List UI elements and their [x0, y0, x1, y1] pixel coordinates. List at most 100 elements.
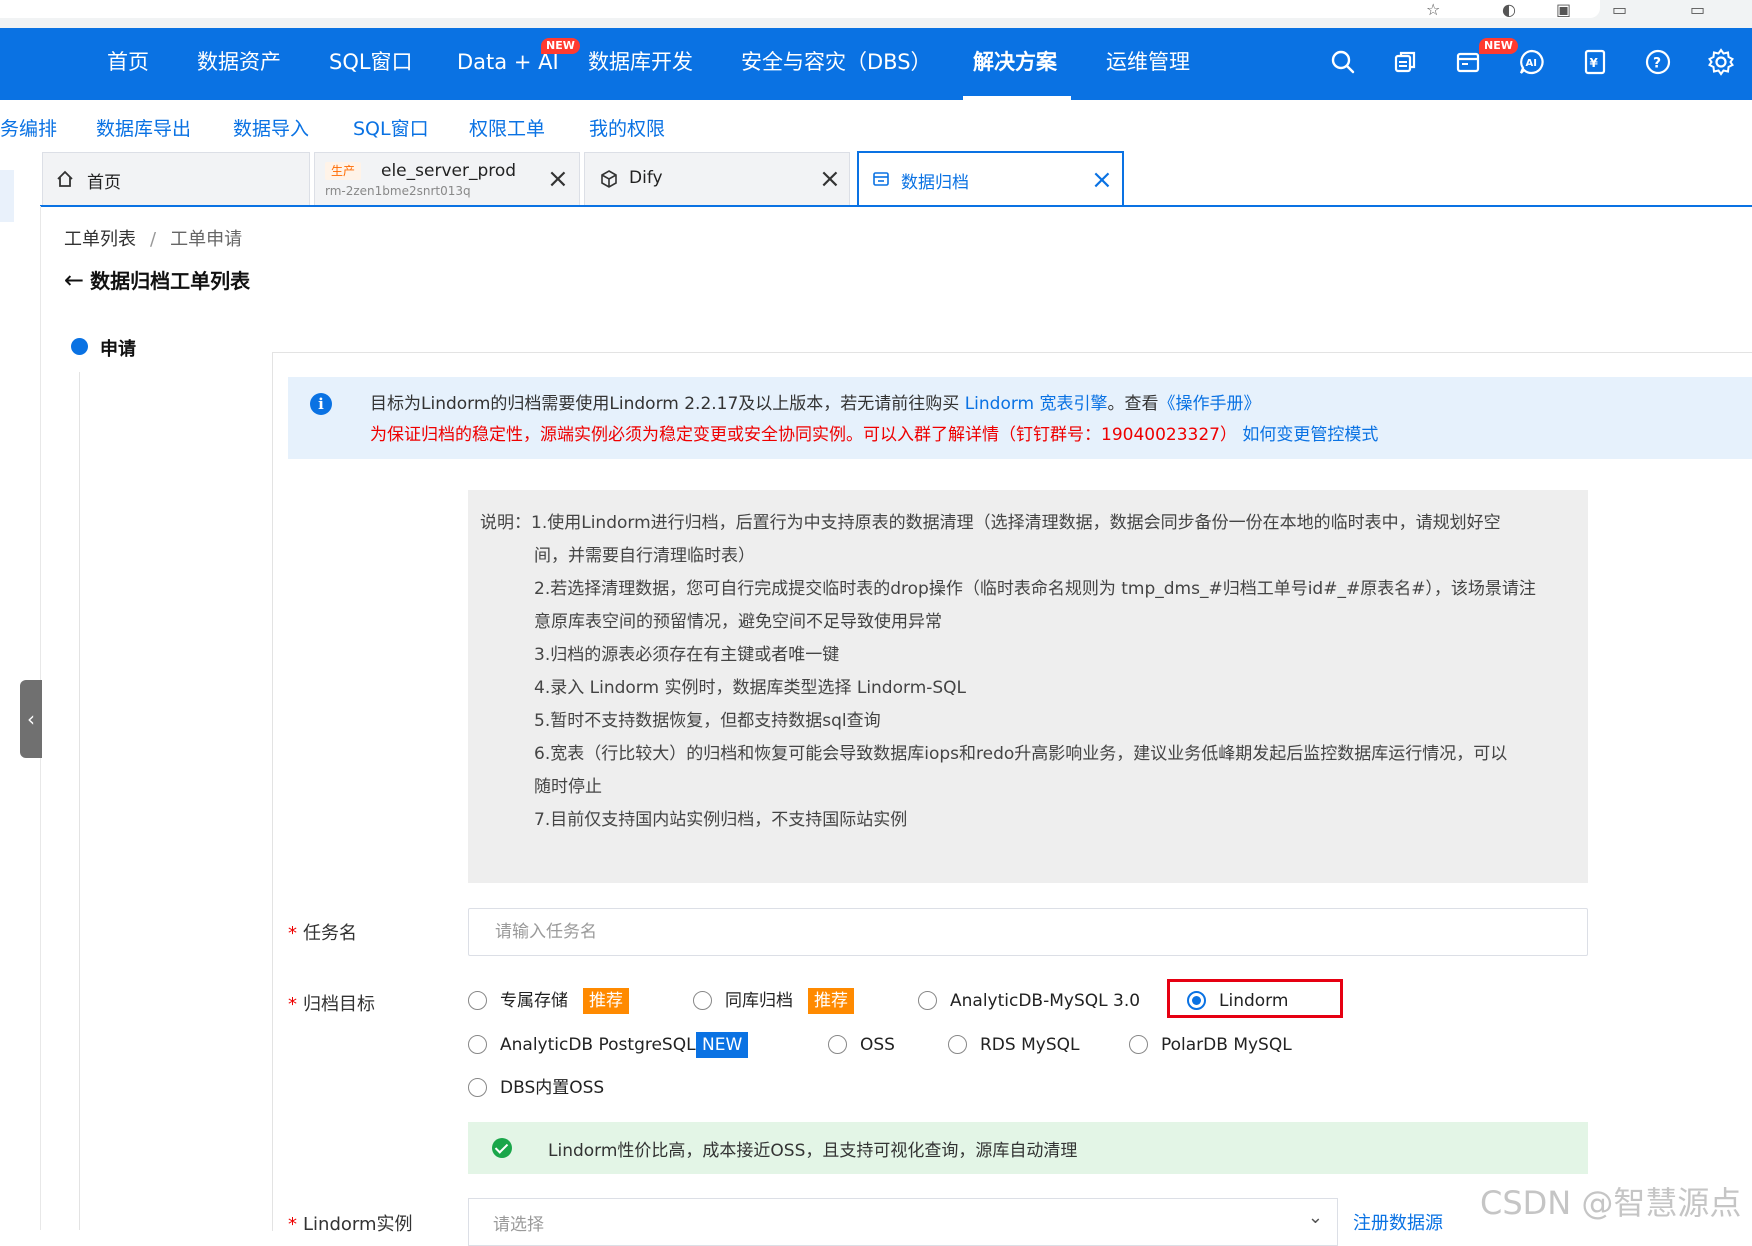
warning-text: 为保证归档的稳定性，源端实例必须为稳定变更或安全协同实例。可以入群了解详情（钉钉…	[370, 425, 1237, 445]
close-icon[interactable]: ×	[819, 166, 841, 192]
radio-label: RDS MySQL	[980, 1035, 1080, 1055]
close-icon[interactable]: ×	[547, 166, 569, 192]
note-line: 随时停止	[534, 777, 602, 797]
radio-circle[interactable]	[1129, 1035, 1148, 1054]
breadcrumb-parent[interactable]: 工单列表	[64, 229, 136, 250]
subnav-item-db-export[interactable]: 数据库导出	[96, 114, 191, 141]
new-tag: NEW	[696, 1032, 749, 1058]
radio-circle[interactable]	[828, 1035, 847, 1054]
step-label: 申请	[100, 339, 136, 360]
radio-label: 专属存储	[500, 991, 568, 1011]
info-text: 。查看	[1107, 394, 1159, 414]
required-mark: *	[288, 1214, 297, 1235]
star-icon[interactable]: ☆	[1426, 0, 1440, 19]
help-icon[interactable]: ?	[1643, 47, 1673, 77]
billing-icon[interactable]: ¥	[1580, 47, 1610, 77]
svg-text:?: ?	[1653, 56, 1661, 72]
nav-item-solutions[interactable]: 解决方案	[973, 28, 1057, 100]
chevron-left-icon: ‹	[27, 707, 35, 731]
order-icon[interactable]	[1453, 47, 1483, 77]
chevron-down-icon: ⌄	[1307, 1207, 1323, 1228]
nav-item-home[interactable]: 首页	[107, 28, 149, 100]
breadcrumb-separator: /	[150, 229, 157, 250]
lindorm-instance-select[interactable]: 请选择 ⌄	[468, 1198, 1338, 1246]
tab-home[interactable]: 首页	[42, 152, 310, 205]
radio-label: 同库归档	[725, 991, 793, 1011]
step-line	[79, 372, 80, 1230]
info-alert: i 目标为Lindorm的归档需要使用Lindorm 2.2.17及以上版本，若…	[288, 377, 1752, 459]
subnav-item-data-import[interactable]: 数据导入	[233, 114, 309, 141]
task-name-label: * 任务名	[288, 919, 357, 945]
required-mark: *	[288, 923, 297, 944]
step-indicator-dot	[71, 338, 88, 355]
profile-icon[interactable]: ▣	[1556, 0, 1571, 19]
check-circle-icon	[492, 1138, 512, 1158]
register-datasource-link[interactable]: 注册数据源	[1353, 1209, 1443, 1235]
radio-label: PolarDB MySQL	[1161, 1035, 1292, 1055]
manual-link[interactable]: 《操作手册》	[1159, 394, 1261, 414]
address-bar[interactable]	[0, 0, 1600, 18]
tab-label: Dify	[629, 168, 663, 188]
radio-circle[interactable]	[693, 991, 712, 1010]
required-mark: *	[288, 994, 297, 1015]
nav-item-security-dbs[interactable]: 安全与容灾（DBS）	[741, 28, 932, 100]
collapse-sidebar-button[interactable]: ‹	[20, 680, 42, 758]
new-badge-toolbar: NEW	[1479, 38, 1518, 54]
watermark: CSDN @智慧源点	[1480, 1184, 1742, 1222]
svg-text:¥: ¥	[1590, 56, 1599, 70]
note-line: 说明：1.使用Lindorm进行归档，后置行为中支持原表的数据清理（选择清理数据…	[480, 513, 1501, 533]
nav-item-db-dev[interactable]: 数据库开发	[588, 28, 693, 100]
breadcrumb: 工单列表 / 工单申请	[64, 225, 242, 251]
label-text: Lindorm实例	[303, 1214, 413, 1235]
note-line: 间，并需要自行清理临时表）	[534, 546, 755, 566]
archive-target-label: * 归档目标	[288, 990, 375, 1016]
note-line: 4.录入 Lindorm 实例时，数据库类型选择 Lindorm-SQL	[534, 678, 967, 698]
new-badge-data-ai: NEW	[541, 38, 580, 54]
copy-document-icon[interactable]	[1390, 47, 1420, 77]
subnav-item-sql-window[interactable]: SQL窗口	[353, 114, 429, 141]
tab-label: 数据归档	[901, 173, 969, 193]
label-text: 归档目标	[303, 994, 375, 1015]
radio-circle[interactable]	[468, 991, 487, 1010]
breadcrumb-current: 工单申请	[170, 229, 243, 250]
radio-circle[interactable]	[468, 1035, 487, 1054]
radio-label: AnalyticDB PostgreSQL	[500, 1035, 696, 1055]
subnav-item-permission-ticket[interactable]: 权限工单	[469, 114, 545, 141]
search-icon[interactable]	[1328, 47, 1358, 77]
note-line: 意原库表空间的预留情况，避免空间不足导致使用异常	[534, 612, 942, 632]
lindorm-instance-label: * Lindorm实例	[288, 1210, 413, 1236]
nav-item-data-assets[interactable]: 数据资产	[197, 28, 281, 100]
extension-icon[interactable]: ◐	[1502, 0, 1516, 19]
tab-label: ele_server_prod	[381, 161, 517, 181]
notes-box: 说明：1.使用Lindorm进行归档，后置行为中支持原表的数据清理（选择清理数据…	[468, 490, 1588, 883]
info-line-2: 为保证归档的稳定性，源端实例必须为稳定变更或安全协同实例。可以入群了解详情（钉钉…	[370, 420, 1378, 445]
task-name-input[interactable]	[493, 909, 1577, 955]
subnav-item-orchestration[interactable]: 务编排	[0, 114, 57, 141]
ai-assistant-icon[interactable]: AI	[1517, 47, 1547, 77]
lindorm-engine-link[interactable]: Lindorm 宽表引擎	[965, 394, 1108, 414]
tab-label: 首页	[87, 173, 121, 193]
radio-label: AnalyticDB-MySQL 3.0	[950, 991, 1141, 1011]
tab-dify[interactable]: Dify ×	[584, 152, 850, 205]
nav-item-ops[interactable]: 运维管理	[1106, 28, 1190, 100]
page-title: ← 数据归档工单列表	[64, 265, 250, 294]
minimize-icon[interactable]: ▭	[1690, 0, 1705, 19]
gear-icon[interactable]	[1706, 47, 1736, 77]
radio-circle[interactable]	[948, 1035, 967, 1054]
back-arrow-icon[interactable]: ←	[64, 266, 84, 294]
page-title-text: 数据归档工单列表	[90, 269, 251, 293]
tab-ele-server-prod[interactable]: 生产 ele_server_prod rm-2zen1bme2snrt013q …	[314, 152, 580, 205]
radio-circle[interactable]	[918, 991, 937, 1010]
note-line: 3.归档的源表必须存在有主键或者唯一键	[534, 645, 840, 665]
nav-item-sql-window[interactable]: SQL窗口	[329, 28, 413, 100]
change-control-mode-link[interactable]: 如何变更管控模式	[1242, 425, 1378, 445]
radio-label: OSS	[860, 1035, 895, 1055]
svg-text:AI: AI	[1526, 58, 1537, 69]
window-icon[interactable]: ▭	[1612, 0, 1627, 19]
note-line: 6.宽表（行比较大）的归档和恢复可能会导致数据库iops和redo升高影响业务，…	[534, 744, 1508, 764]
subnav-item-my-permissions[interactable]: 我的权限	[589, 114, 665, 141]
close-icon[interactable]: ×	[1091, 167, 1113, 193]
tab-data-archive[interactable]: 数据归档 ×	[857, 151, 1124, 207]
radio-circle[interactable]	[468, 1078, 487, 1097]
select-placeholder: 请选择	[493, 1215, 544, 1235]
